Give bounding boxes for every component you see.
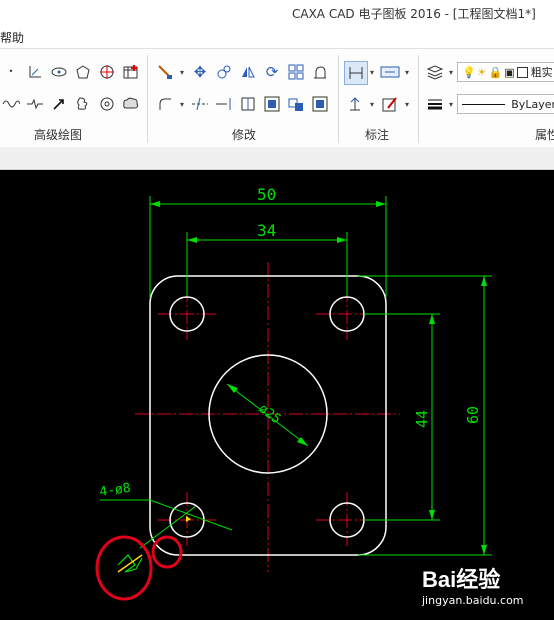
linetype-preview xyxy=(462,103,506,105)
dim-leader-holes xyxy=(139,505,197,549)
group-label-properties: 属性 xyxy=(535,128,554,142)
ribbon-separator xyxy=(418,55,419,143)
dim-text-holes: 4-ø8 xyxy=(98,481,131,500)
ribbon-separator xyxy=(147,55,148,143)
layer-manager-icon[interactable] xyxy=(424,61,446,83)
datum-dropdown[interactable]: ▾ xyxy=(368,93,376,115)
trim-icon[interactable] xyxy=(189,93,211,115)
snap-marker xyxy=(186,516,191,522)
ribbon-toolbar: • ▾ ✥ ⟳ ▾ ▾ ▾ ▾ ▾ ▾ 💡 ☀ 🔒 ▣ 粗实 ▾ ByLayer… xyxy=(0,48,554,148)
drawing-svg: 50 34 ø25 44 60 4-ø8 xyxy=(95,185,492,601)
arrowhead xyxy=(429,510,435,520)
center-mark-icon[interactable] xyxy=(96,61,118,83)
break-line-icon[interactable] xyxy=(24,93,46,115)
sun-icon: ☀ xyxy=(476,65,487,79)
block-icon[interactable] xyxy=(309,93,331,115)
arrowhead xyxy=(481,545,487,555)
group-label-dimension: 标注 xyxy=(365,128,390,142)
lineweight-dropdown[interactable]: ▾ xyxy=(447,93,455,115)
copy-icon[interactable] xyxy=(213,61,235,83)
edit-dimension-dropdown[interactable]: ▾ xyxy=(403,93,411,115)
arrowhead xyxy=(481,276,487,286)
table-insert-icon[interactable] xyxy=(120,61,142,83)
layer-manager-dropdown[interactable]: ▾ xyxy=(447,61,455,83)
arrowhead xyxy=(337,237,347,243)
dimension-dropdown[interactable]: ▾ xyxy=(368,61,376,83)
arrowhead xyxy=(429,314,435,324)
linetype-combo[interactable]: ByLayer xyxy=(457,94,554,114)
title-bar: CAXA CAD 电子图板 2016 - [工程图文档1*] xyxy=(0,0,554,24)
mirror-icon[interactable] xyxy=(237,61,259,83)
menu-item-help[interactable]: 帮助 xyxy=(0,29,24,46)
brush-dropdown[interactable]: ▾ xyxy=(178,61,186,83)
point-icon[interactable]: • xyxy=(0,61,22,83)
stretch-icon[interactable] xyxy=(309,61,331,83)
scale-icon[interactable] xyxy=(261,93,283,115)
axis-icon[interactable] xyxy=(24,61,46,83)
watermark-brand: Bai经验 xyxy=(422,567,501,592)
layer-name: 粗实 xyxy=(530,66,553,79)
ellipse-icon[interactable] xyxy=(48,61,70,83)
text-style-dropdown[interactable]: ▾ xyxy=(403,61,411,83)
highlight-circle-small xyxy=(151,535,183,569)
array-icon[interactable] xyxy=(285,61,307,83)
arrowhead xyxy=(150,201,160,207)
wave-line-icon[interactable] xyxy=(0,93,22,115)
break-icon[interactable] xyxy=(237,93,259,115)
menu-bar: 帮助 xyxy=(0,24,554,48)
layer-combo[interactable]: 💡 ☀ 🔒 ▣ 粗实 xyxy=(457,62,554,82)
dimension-icon[interactable] xyxy=(344,61,368,85)
dim-text-hole-spacing-x: 34 xyxy=(257,221,276,240)
baidu-watermark: Bai经验 jingyan.baidu.com xyxy=(422,562,552,612)
dim-leader-holes xyxy=(149,499,233,531)
document-tab-strip xyxy=(0,147,554,170)
lock-icon: 🔒 xyxy=(488,65,503,79)
extend-icon[interactable] xyxy=(213,93,235,115)
polygon-icon[interactable] xyxy=(72,61,94,83)
move-icon[interactable]: ✥ xyxy=(189,61,211,83)
dim-text-hole-spacing-y: 44 xyxy=(413,410,431,428)
cloud-shape-icon[interactable] xyxy=(120,93,142,115)
drawing-canvas[interactable]: 50 34 ø25 44 60 4-ø8 xyxy=(0,170,554,620)
lineweight-icon[interactable] xyxy=(424,93,446,115)
hole-icon[interactable] xyxy=(96,93,118,115)
window-title: CAXA CAD 电子图板 2016 - [工程图文档1*] xyxy=(292,7,536,21)
edit-dimension-icon[interactable] xyxy=(379,93,401,115)
arrowhead xyxy=(187,237,197,243)
dim-text-overall-width: 50 xyxy=(257,185,276,204)
linetype-value: ByLayer xyxy=(511,97,554,111)
group-label-modify: 修改 xyxy=(232,128,257,142)
printer-icon: ▣ xyxy=(504,65,515,79)
dim-text-overall-height: 60 xyxy=(464,406,482,424)
fillet-icon[interactable] xyxy=(154,93,176,115)
text-style-icon[interactable] xyxy=(379,61,401,83)
group-label-advanced-drawing: 高级绘图 xyxy=(34,128,83,142)
watermark-url: jingyan.baidu.com xyxy=(422,594,524,607)
rotate-icon[interactable]: ⟳ xyxy=(261,61,283,83)
ribbon-separator xyxy=(338,55,339,143)
color-swatch xyxy=(516,66,528,78)
fillet-dropdown[interactable]: ▾ xyxy=(178,93,186,115)
arrow-icon[interactable] xyxy=(48,93,70,115)
arrowhead xyxy=(376,201,386,207)
lightbulb-icon: 💡 xyxy=(462,65,476,79)
explode-icon[interactable] xyxy=(285,93,307,115)
brush-icon[interactable] xyxy=(154,61,176,83)
gear-shape-icon[interactable] xyxy=(72,93,94,115)
datum-icon[interactable] xyxy=(344,93,366,115)
